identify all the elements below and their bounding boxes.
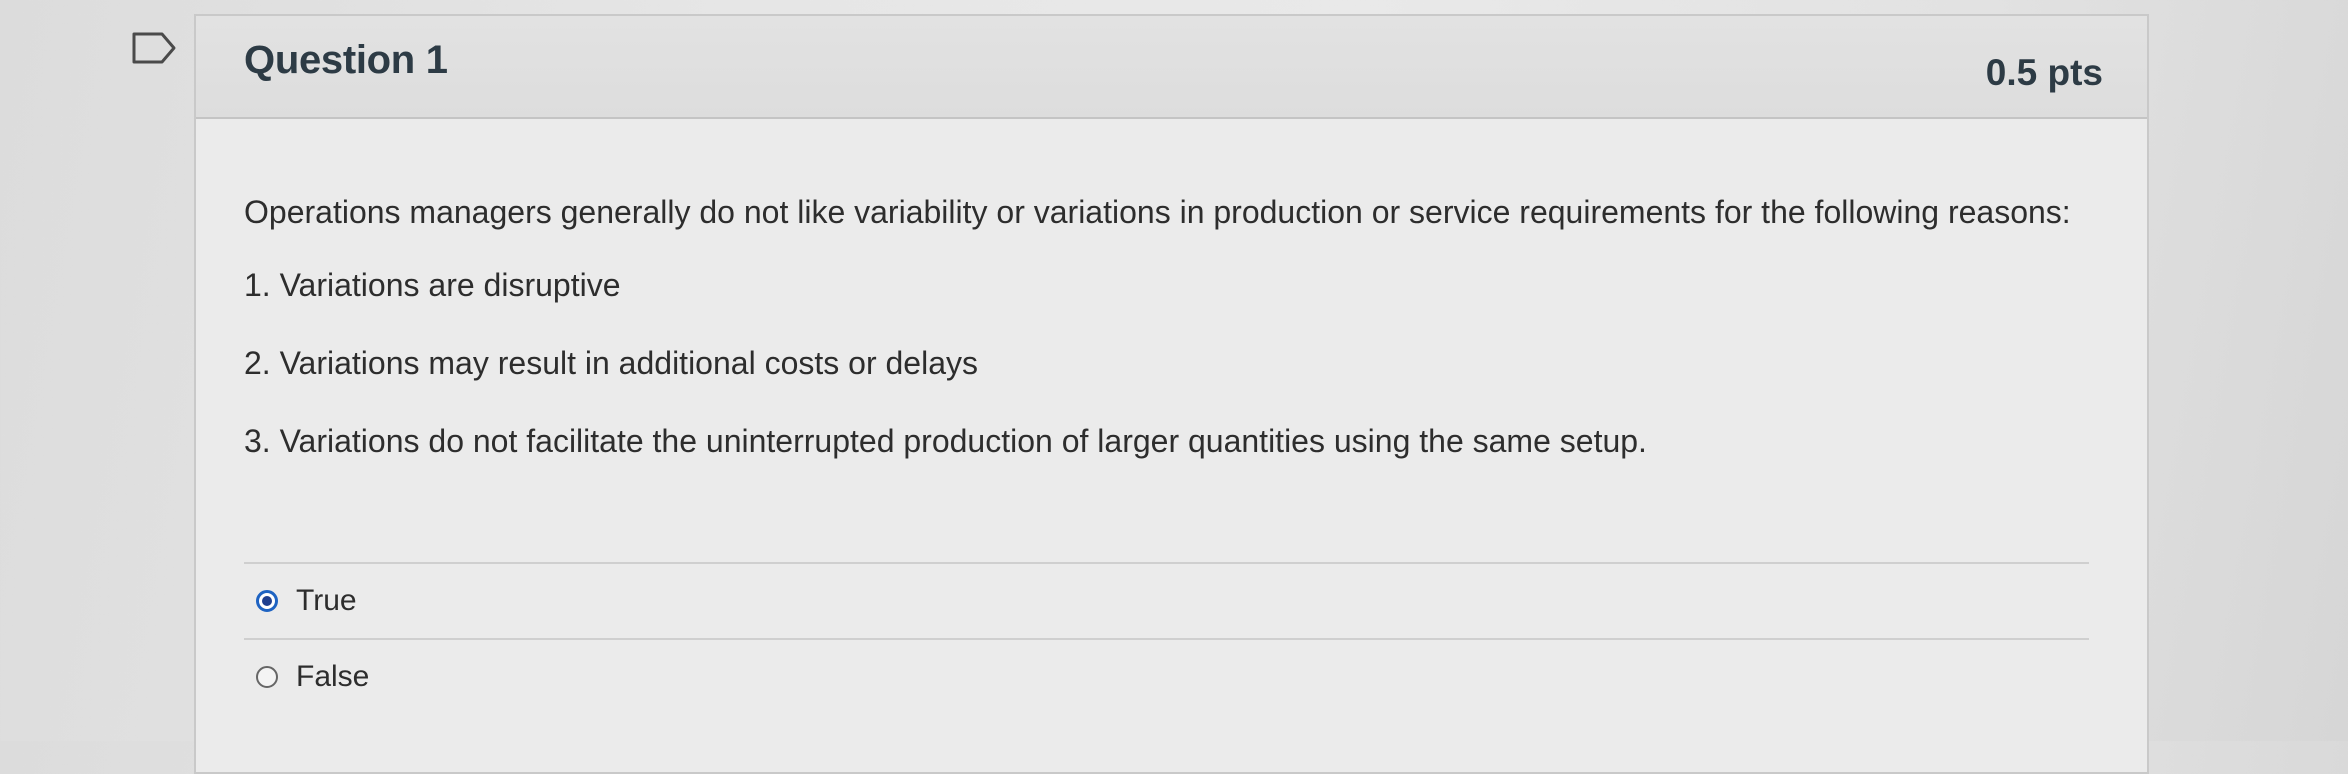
answer-option-false[interactable]: False bbox=[244, 640, 2089, 714]
question-points: 0.5 pts bbox=[1985, 52, 2103, 93]
answer-label: True bbox=[296, 584, 357, 617]
answer-option-true[interactable]: True bbox=[244, 564, 2089, 638]
flag-icon[interactable] bbox=[128, 28, 182, 68]
question-prompt: Operations managers generally do not lik… bbox=[244, 194, 2071, 230]
reason-item: 1. Variations are disruptive bbox=[244, 267, 621, 303]
radio-button-selected[interactable] bbox=[256, 590, 278, 612]
answer-options: True False bbox=[244, 562, 2089, 714]
answer-label: False bbox=[296, 660, 370, 693]
radio-button[interactable] bbox=[256, 666, 278, 688]
reason-item: 2. Variations may result in additional c… bbox=[244, 345, 978, 381]
question-title: Question 1 bbox=[244, 38, 448, 82]
reasons-list: 1. Variations are disruptive 2. Variatio… bbox=[244, 265, 2147, 461]
question-body: Operations managers generally do not lik… bbox=[196, 119, 2147, 693]
question-card: Question 1 0.5 pts Operations managers g… bbox=[194, 14, 2149, 774]
question-header: Question 1 0.5 pts bbox=[196, 16, 2147, 119]
reason-item: 3. Variations do not facilitate the unin… bbox=[244, 423, 1647, 459]
